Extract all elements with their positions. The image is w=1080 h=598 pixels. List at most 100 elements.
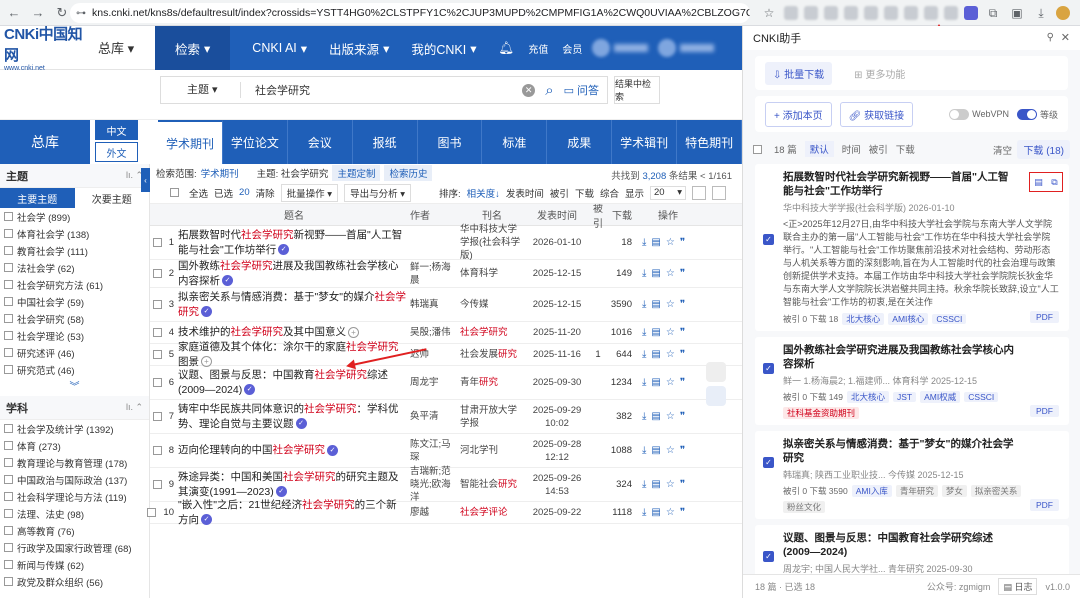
download-icon[interactable]: ⤓ — [642, 268, 646, 279]
user-name[interactable] — [614, 44, 649, 52]
facet-checkbox[interactable] — [4, 331, 13, 340]
read-icon[interactable]: ▤ — [651, 237, 660, 248]
facet-checkbox[interactable] — [4, 348, 13, 357]
extension-icon[interactable] — [884, 6, 898, 20]
add-page-button[interactable]: + 添加本页 — [765, 101, 832, 127]
subject-facet-item[interactable]: 行政学及国家行政管理 (68) — [0, 539, 149, 556]
tab-newspaper[interactable]: 报纸 — [353, 120, 418, 164]
lang-chinese[interactable]: 中文 — [95, 120, 138, 140]
panel-item-checkbox[interactable]: ✓ — [763, 457, 774, 468]
cnki-logo[interactable]: CNKi中国知网 www.cnki.net — [4, 26, 86, 72]
clear-selection[interactable]: 清除 — [256, 186, 275, 200]
facet-topic-header[interactable]: 主题 lı. ⌃ — [0, 164, 149, 188]
webvpn-toggle[interactable]: WebVPN — [949, 108, 1009, 120]
cite-icon[interactable]: ❞ — [680, 237, 685, 248]
sort-date[interactable]: 发表时间 — [506, 186, 544, 200]
source-link[interactable]: 河北学刊 — [460, 444, 524, 457]
author-link[interactable]: 吴殷;潘伟 — [410, 326, 460, 339]
facet-checkbox[interactable] — [4, 475, 13, 484]
cnki-assistant-extension-icon[interactable] — [964, 6, 978, 20]
subtab-minor-topic[interactable]: 次要主题 — [75, 188, 150, 208]
site-info-icon[interactable]: ⊶ — [76, 8, 86, 19]
assistant-added-check-icon[interactable]: ✓ — [295, 418, 307, 430]
favorite-star-icon[interactable]: ☆ — [666, 377, 675, 388]
close-icon[interactable]: ✕ — [1061, 31, 1070, 44]
recharge-link[interactable]: 充值 — [528, 41, 548, 56]
collapse-sidebar-icon[interactable]: ‹ — [141, 168, 150, 192]
facet-checkbox[interactable] — [4, 314, 13, 323]
topic-facet-item[interactable]: 中国社会学 (59) — [0, 293, 149, 310]
profile-avatar[interactable] — [1056, 6, 1070, 20]
facet-checkbox[interactable] — [4, 229, 13, 238]
source-link[interactable]: 智能社会研究 — [460, 478, 524, 491]
paper-title-link[interactable]: 议题、图景与反思：中国教育社会学研究综述(2009—2024) ✓ — [178, 368, 410, 398]
batch-download-button[interactable]: ⇩ 批量下载 — [765, 61, 833, 85]
panel-select-all-checkbox[interactable] — [753, 144, 762, 154]
back-icon[interactable]: ← — [4, 3, 24, 23]
download-icon[interactable]: ⤓ — [642, 411, 646, 422]
subject-facet-item[interactable]: 社会学及统计学 (1392) — [0, 420, 149, 437]
search-input[interactable]: 社会学研究 — [241, 82, 522, 98]
nav-cnki-ai[interactable]: CNKI AI ▾ — [230, 41, 307, 56]
download-icon[interactable]: ⤓ — [642, 479, 646, 490]
read-icon[interactable]: ▤ — [651, 327, 660, 338]
assistant-added-check-icon[interactable]: ✓ — [244, 384, 256, 396]
row-checkbox[interactable] — [147, 508, 157, 517]
panel-item-checkbox[interactable]: ✓ — [763, 363, 774, 374]
favorite-star-icon[interactable]: ☆ — [666, 237, 675, 248]
tab-thesis[interactable]: 学位论文 — [223, 120, 288, 164]
row-checkbox[interactable] — [152, 446, 162, 455]
pin-icon[interactable]: ⚲ — [1047, 32, 1054, 43]
source-link[interactable]: 华中科技大学学报(社会科学版) — [460, 223, 524, 262]
forward-icon[interactable]: → — [28, 3, 48, 23]
filter-time[interactable]: 时间 — [842, 142, 861, 156]
facet-checkbox[interactable] — [4, 365, 13, 374]
cite-icon[interactable]: ❞ — [680, 411, 685, 422]
author-link[interactable]: 鲜一;杨海晨 — [410, 261, 460, 287]
topic-facet-item[interactable]: 法社会学 (62) — [0, 259, 149, 276]
filter-cite[interactable]: 被引 — [869, 142, 888, 156]
subject-facet-item[interactable]: 法理、法史 (98) — [0, 505, 149, 522]
extension-icon[interactable] — [804, 6, 818, 20]
read-icon[interactable]: ▤ — [651, 411, 660, 422]
member-link[interactable]: 会员 — [562, 41, 582, 56]
paper-title-link[interactable]: 殊途异类：中国和美国社会学研究的研究主题及其演变(1991—2023) ✓ — [178, 470, 410, 500]
tab-collection[interactable]: 学术辑刊 — [612, 120, 678, 164]
pdf-button[interactable]: PDF — [1030, 311, 1059, 323]
facet-checkbox[interactable] — [4, 509, 13, 518]
panel-paper-item[interactable]: ✓ 议题、图景与反思：中国教育社会学研究综述(2009—2024) 周龙宇; 中国人… — [755, 525, 1069, 574]
assistant-added-check-icon[interactable]: ✓ — [278, 244, 290, 256]
paper-title-link[interactable]: 拟亲密关系与情感消费：基于"梦女"的媒介社会学研究 ✓ — [178, 290, 410, 320]
search-history-button[interactable]: 检索历史 — [384, 165, 433, 181]
topic-facet-item[interactable]: 社会学理论 (53) — [0, 327, 149, 344]
favorite-star-icon[interactable]: ☆ — [666, 479, 675, 490]
topic-facet-item[interactable]: 体育社会学 (138) — [0, 225, 149, 242]
subject-facet-item[interactable]: 中国政治与国际政治 (137) — [0, 471, 149, 488]
batch-operation-dropdown[interactable]: 批量操作 ▾ — [280, 183, 339, 202]
topic-facet-item[interactable]: 社会学 (899) — [0, 208, 149, 225]
filter-download[interactable]: 下载 — [896, 142, 915, 156]
subject-facet-item[interactable]: 社会科学理论与方法 (119) — [0, 488, 149, 505]
lang-foreign[interactable]: 外文 — [95, 142, 138, 162]
select-all-checkbox[interactable] — [170, 188, 179, 197]
puzzle-extensions-icon[interactable]: ⧉ — [984, 4, 1002, 22]
sort-download[interactable]: 下载 — [575, 186, 594, 200]
ask-button[interactable]: ▭ 问答 — [564, 82, 599, 98]
download-icon[interactable]: ⤓ — [1032, 4, 1050, 22]
author-link[interactable]: 吉瑞新;范晓光;欧海洋 — [410, 465, 460, 504]
facet-checkbox[interactable] — [4, 246, 13, 255]
more-functions-button[interactable]: ⊞ 更多功能 — [846, 61, 914, 85]
assistant-added-check-icon[interactable]: ✓ — [275, 486, 287, 498]
filter-default[interactable]: 默认 — [804, 141, 834, 157]
assistant-added-check-icon[interactable]: ✓ — [201, 514, 212, 526]
cite-icon[interactable]: ❞ — [680, 445, 685, 456]
facet-checkbox[interactable] — [4, 577, 13, 586]
nav-my-cnki[interactable]: 我的CNKI ▾ — [389, 39, 476, 58]
favorite-star-icon[interactable]: ☆ — [666, 349, 675, 360]
panel-paper-item[interactable]: ✓ 国外教练社会学研究进展及我国教练社会学核心内容探析 鲜一 1.杨海晨2; 1.福… — [755, 337, 1069, 425]
download-icon[interactable]: ⤓ — [642, 377, 646, 388]
tab-special-journal[interactable]: 特色期刊 — [677, 120, 742, 164]
facet-checkbox[interactable] — [4, 441, 13, 450]
user-avatar[interactable] — [592, 39, 611, 57]
add-to-assistant-icon[interactable]: + — [348, 326, 359, 338]
